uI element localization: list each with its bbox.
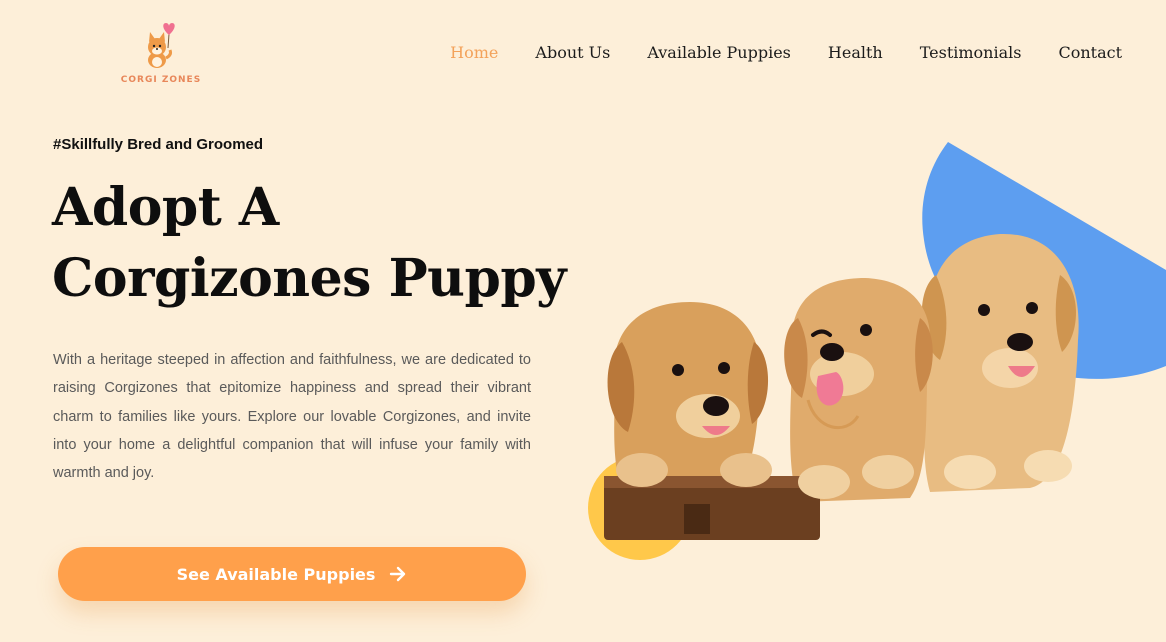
nav-about-us[interactable]: About Us bbox=[535, 42, 610, 64]
see-available-puppies-button[interactable]: See Available Puppies bbox=[58, 547, 526, 601]
hero-tagline: #Skillfully Bred and Groomed bbox=[53, 136, 264, 153]
nav-available-puppies[interactable]: Available Puppies bbox=[647, 42, 791, 64]
arrow-right-icon bbox=[390, 566, 406, 582]
brand-name: CORGI ZONES bbox=[120, 75, 202, 85]
nav-home[interactable]: Home bbox=[450, 42, 498, 64]
nav-contact[interactable]: Contact bbox=[1058, 42, 1122, 64]
nav-testimonials[interactable]: Testimonials bbox=[920, 42, 1022, 64]
cta-label: See Available Puppies bbox=[176, 564, 376, 584]
hero-illustration bbox=[580, 130, 1166, 570]
main-nav: Home About Us Available Puppies Health T… bbox=[450, 42, 1122, 64]
hero-title: Adopt A Corgizones Puppy bbox=[52, 172, 566, 314]
corgi-mascot-icon bbox=[148, 23, 175, 68]
brand-logo[interactable]: CORGI ZONES bbox=[118, 18, 204, 88]
nav-health[interactable]: Health bbox=[828, 42, 883, 64]
hero-title-line-1: Adopt A bbox=[52, 177, 279, 238]
hero-title-line-2: Corgizones Puppy bbox=[52, 248, 566, 309]
hero-description: With a heritage steeped in affection and… bbox=[53, 352, 531, 482]
